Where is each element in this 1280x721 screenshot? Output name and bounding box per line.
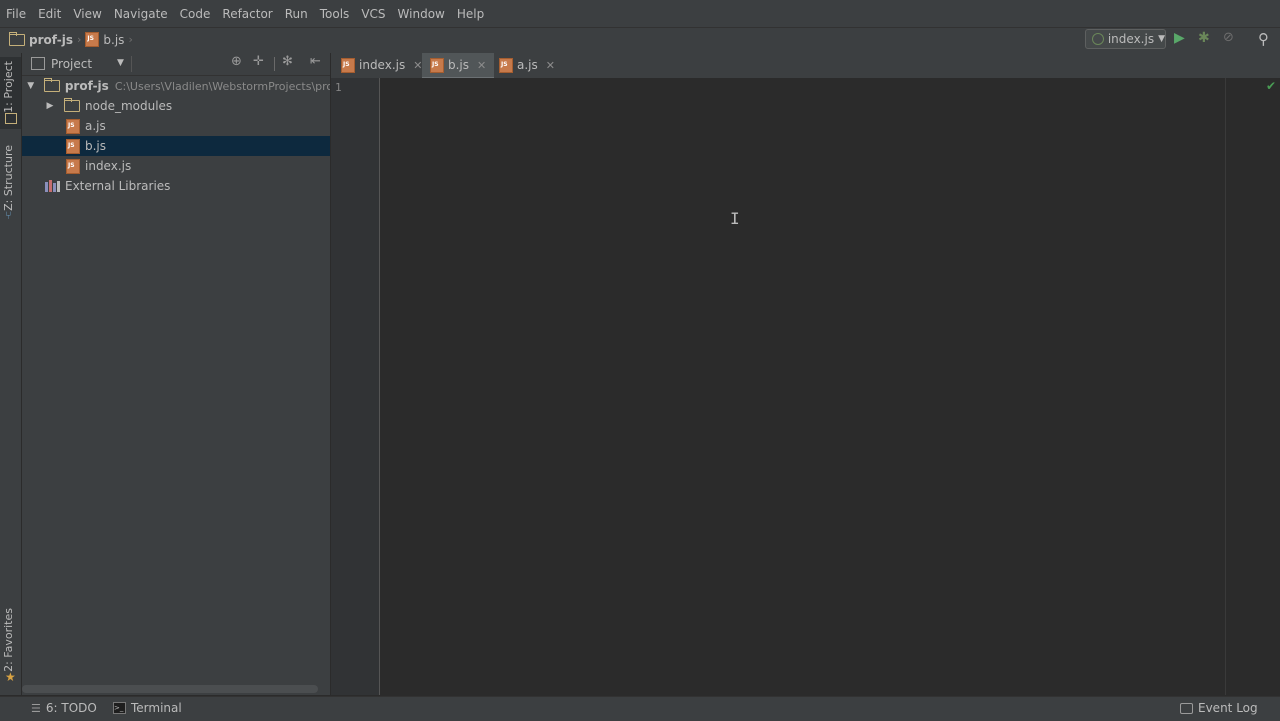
expand-triangle-icon[interactable]: ▼ [25,81,36,91]
line-number: 1 [335,81,342,94]
menu-help[interactable]: Help [451,7,490,21]
todo-button[interactable]: ☰ 6: TODO [31,701,97,715]
breadcrumb-file[interactable]: b.js [103,33,124,47]
root-path: C:\Users\Vladilen\WebstormProjects\prof- [114,79,331,93]
js-file-icon [66,118,80,134]
tab-a-js[interactable]: a.js ✕ [491,53,563,77]
star-icon: ★ [5,670,16,684]
event-log-button[interactable]: Event Log [1180,701,1258,715]
project-panel: ▼ prof-js C:\Users\Vladilen\WebstormProj… [22,53,330,695]
close-icon[interactable]: ✕ [546,59,555,72]
menu-view[interactable]: View [67,7,107,21]
tree-item-index-js[interactable]: index.js [22,156,330,176]
menu-edit[interactable]: Edit [32,7,67,21]
tool-tab-project[interactable]: 1: Project [2,61,15,113]
menu-navigate[interactable]: Navigate [108,7,174,21]
collapse-all-icon[interactable]: ✛ [253,54,264,69]
breadcrumb: prof-js › b.js › [9,31,133,47]
js-file-icon [341,57,355,73]
view-selector-label[interactable]: Project [51,57,92,71]
menu-vcs[interactable]: VCS [355,7,391,21]
terminal-button[interactable]: >_ Terminal [113,701,182,715]
tool-tab-structure[interactable]: Z: Structure [2,145,15,211]
run-config-label: index.js [1107,32,1155,46]
navigation-bar: prof-js › b.js › index.js ▼ ▶ ✱ ⊘ ⚲ [0,27,1280,54]
editor-tabs: index.js ✕ b.js ✕ a.js ✕ [331,53,1280,79]
menu-code[interactable]: Code [174,7,217,21]
coverage-icon[interactable]: ⊘ [1223,30,1234,45]
breadcrumb-project[interactable]: prof-js [29,33,73,47]
library-icon [45,180,60,192]
structure-icon: ⑂ [5,209,12,222]
event-log-icon [1180,702,1193,714]
js-file-icon [85,32,100,47]
terminal-label: Terminal [131,701,182,715]
chevron-right-icon: › [77,33,82,46]
tree-item-label: node_modules [85,99,173,113]
divider [274,57,275,71]
scroll-from-source-icon[interactable]: ⊕ [231,54,242,69]
menu-tools[interactable]: Tools [314,7,356,21]
tree-item-node-modules[interactable]: ▶ node_modules [22,96,330,116]
tree-item-external-libraries[interactable]: External Libraries [22,176,330,196]
folder-icon [9,31,25,46]
hide-panel-icon[interactable]: ⇤ [310,54,321,69]
gear-icon[interactable]: ✻ [282,54,293,69]
tree-item-a-js[interactable]: a.js [22,116,330,136]
node-icon [1092,33,1104,45]
event-log-label: Event Log [1198,701,1258,715]
tree-item-label: External Libraries [65,179,171,193]
project-folder-icon [5,113,17,124]
code-editor[interactable]: I [380,78,1280,695]
js-file-icon [499,57,513,73]
debug-icon[interactable]: ✱ [1198,30,1210,46]
js-file-icon [66,158,80,174]
js-file-icon [66,138,80,154]
checkmark-icon: ✔ [1266,79,1277,93]
terminal-icon: >_ [113,702,126,714]
todo-label: 6: TODO [45,701,97,715]
tab-index-js[interactable]: index.js ✕ [333,53,430,77]
tree-root[interactable]: ▼ prof-js C:\Users\Vladilen\WebstormProj… [22,76,330,96]
tab-b-js[interactable]: b.js ✕ [422,53,495,79]
tree-item-b-js[interactable]: b.js [22,136,330,156]
js-file-icon [430,57,444,73]
chevron-right-icon: › [128,33,133,46]
tree-item-label: index.js [85,159,132,173]
tab-label: a.js [517,58,538,72]
chevron-down-icon[interactable]: ▼ [117,58,124,68]
left-tool-strip: 1: Project Z: Structure ⑂ 2: Favorites ★ [0,53,22,695]
project-view-icon [31,57,45,70]
horizontal-scrollbar[interactable] [22,685,318,693]
run-icon[interactable]: ▶ [1174,30,1185,46]
editor-gutter: 1 [331,78,380,695]
menu-run[interactable]: Run [279,7,314,21]
menu-file[interactable]: File [0,7,32,21]
menu-window[interactable]: Window [392,7,451,21]
chevron-down-icon: ▼ [1158,34,1165,44]
folder-icon [64,98,80,112]
tab-label: index.js [359,58,406,72]
run-config-selector[interactable]: index.js ▼ [1085,29,1166,49]
menu-refactor[interactable]: Refactor [216,7,278,21]
tool-tab-favorites[interactable]: 2: Favorites [2,608,15,672]
todo-icon: ☰ [31,701,41,715]
folder-icon [44,78,60,92]
text-cursor-icon: I [730,209,740,228]
tab-label: b.js [448,58,470,72]
tree-item-label: b.js [85,139,107,153]
divider [131,56,132,72]
root-label: prof-js [64,79,109,93]
menu-bar: File Edit View Navigate Code Refactor Ru… [0,0,1280,27]
search-icon[interactable]: ⚲ [1258,30,1269,48]
expand-triangle-icon[interactable]: ▶ [44,101,56,111]
close-icon[interactable]: ✕ [477,59,486,72]
right-margin-guide [1225,78,1226,695]
status-bar: ☰ 6: TODO >_ Terminal Event Log [0,696,1280,721]
tree-item-label: a.js [85,119,106,133]
project-panel-header: Project ▼ ⊕ ✛ ✻ ⇤ [22,53,330,76]
